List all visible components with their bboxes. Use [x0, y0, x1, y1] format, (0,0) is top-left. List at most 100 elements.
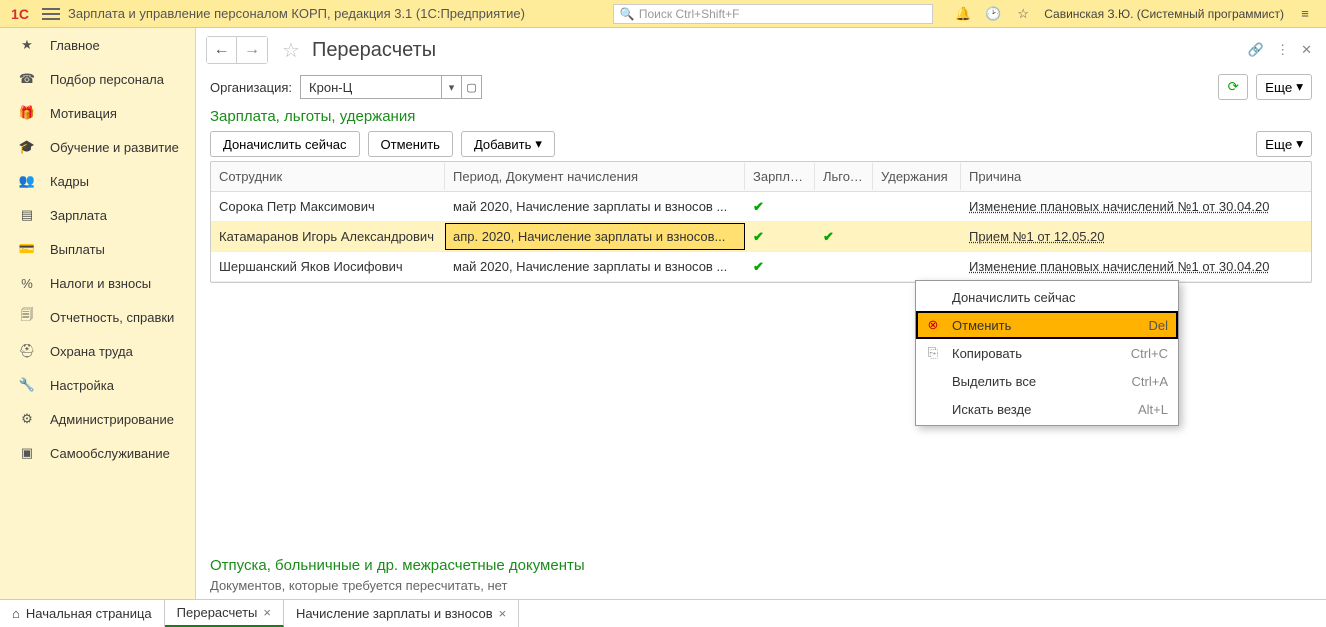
context-menu-item[interactable]: Выделить все Ctrl+A [916, 367, 1178, 395]
sidebar-item[interactable]: ▤ Зарплата [0, 198, 195, 232]
star-icon[interactable]: ☆ [1014, 5, 1032, 23]
more-button-top[interactable]: Еще ▾ [1256, 74, 1312, 100]
bell-icon[interactable]: 🔔 [954, 5, 972, 23]
cell-period: май 2020, Начисление зарплаты и взносов … [445, 253, 745, 280]
close-page-icon[interactable]: ✕ [1301, 42, 1312, 58]
col-reason[interactable]: Причина [961, 163, 1311, 190]
sidebar-item-label: Мотивация [50, 106, 117, 121]
sidebar-item-icon: ⛑ [18, 343, 36, 359]
col-benefits[interactable]: Льготы [815, 163, 873, 190]
sidebar-item-label: Настройка [50, 378, 114, 393]
grid-toolbar: Доначислить сейчас Отменить Добавить ▾ Е… [210, 131, 1312, 157]
context-menu-label: Выделить все [952, 374, 1122, 389]
sidebar-item[interactable]: ▣ Самообслуживание [0, 436, 195, 470]
section-docs-subtitle: Документов, которые требуется пересчитат… [210, 578, 1312, 593]
sidebar-item[interactable]: ☎ Подбор персонала [0, 62, 195, 96]
sidebar-item-label: Выплаты [50, 242, 105, 257]
app-logo: 1C [6, 4, 34, 24]
chevron-down-icon: ▾ [535, 136, 542, 152]
window-tab-label: Начальная страница [26, 606, 152, 621]
sidebar-item-icon: 🎓 [18, 139, 36, 155]
context-menu-label: Искать везде [952, 402, 1128, 417]
open-dialog-icon[interactable]: ▢ [461, 76, 481, 98]
search-icon: 🔍 [620, 7, 635, 21]
sidebar-item-icon: ▣ [18, 445, 36, 461]
window-tab-home[interactable]: ⌂Начальная страница [0, 600, 165, 627]
main-menu-icon[interactable] [42, 5, 60, 23]
titlebar: 1C Зарплата и управление персоналом КОРП… [0, 0, 1326, 28]
sidebar-item[interactable]: ⛑ Охрана труда [0, 334, 195, 368]
context-menu-item[interactable]: Доначислить сейчас [916, 283, 1178, 311]
sidebar-item-icon: 🗐 [18, 306, 36, 328]
add-button[interactable]: Добавить ▾ [461, 131, 555, 157]
sidebar-item-icon: ☎ [18, 71, 36, 87]
nav-forward-button[interactable]: → [237, 37, 267, 63]
sidebar-item-icon: 🔧 [18, 377, 36, 393]
cell-benefits-check: ✔ [815, 223, 873, 251]
context-menu-item[interactable]: ⎘ Копировать Ctrl+C [916, 339, 1178, 367]
context-menu-label: Отменить [952, 318, 1138, 333]
sidebar-item[interactable]: 🎁 Мотивация [0, 96, 195, 130]
table-row[interactable]: Сорока Петр Максимович май 2020, Начисле… [211, 192, 1311, 222]
section-salary-title: Зарплата, льготы, удержания [210, 108, 1312, 125]
sidebar-item-label: Кадры [50, 174, 89, 189]
link-icon[interactable]: 🔗 [1248, 42, 1264, 58]
col-deductions[interactable]: Удержания [873, 163, 961, 190]
sidebar-item[interactable]: % Налоги и взносы [0, 266, 195, 300]
close-icon[interactable]: × [263, 605, 271, 620]
nav-back-button[interactable]: ← [207, 37, 237, 63]
accrue-now-button[interactable]: Доначислить сейчас [210, 131, 360, 157]
context-menu-item[interactable]: ⊗ Отменить Del [916, 311, 1178, 339]
sidebar-item[interactable]: ★ Главное [0, 28, 195, 62]
window-tabs-bar: ⌂Начальная страницаПерерасчеты×Начислени… [0, 599, 1326, 627]
reason-link[interactable]: Прием №1 от 12.05.20 [969, 229, 1105, 244]
table-row[interactable]: Катамаранов Игорь Александрович апр. 202… [211, 222, 1311, 252]
sidebar: ★ Главное☎ Подбор персонала🎁 Мотивация🎓 … [0, 28, 196, 599]
context-menu-shortcut: Alt+L [1138, 402, 1168, 417]
menu-item-icon: ⎘ [924, 345, 942, 361]
cell-reason: Изменение плановых начислений №1 от 30.0… [961, 253, 1311, 280]
sidebar-item[interactable]: 🗐 Отчетность, справки [0, 300, 195, 334]
sidebar-item-icon: ★ [18, 37, 36, 53]
sidebar-item[interactable]: 🔧 Настройка [0, 368, 195, 402]
sidebar-item-icon: 🎁 [18, 105, 36, 121]
kebab-menu-icon[interactable]: ⋮ [1276, 42, 1289, 58]
organization-select[interactable]: Крон-Ц ▾ ▢ [300, 75, 482, 99]
sidebar-item[interactable]: 👥 Кадры [0, 164, 195, 198]
window-tab-label: Начисление зарплаты и взносов [296, 606, 493, 621]
cell-benefits-check [815, 201, 873, 213]
cancel-button[interactable]: Отменить [368, 131, 453, 157]
cell-period: апр. 2020, Начисление зарплаты и взносов… [445, 223, 745, 250]
sidebar-item[interactable]: ⚙ Администрирование [0, 402, 195, 436]
sidebar-item[interactable]: 🎓 Обучение и развитие [0, 130, 195, 164]
sidebar-item-icon: 💳 [18, 241, 36, 257]
grid-header: Сотрудник Период, Документ начисления За… [211, 162, 1311, 192]
col-period[interactable]: Период, Документ начисления [445, 163, 745, 190]
close-icon[interactable]: × [499, 606, 507, 621]
context-menu-item[interactable]: Искать везде Alt+L [916, 395, 1178, 423]
more-label: Еще [1265, 80, 1292, 95]
window-tab-label: Перерасчеты [177, 605, 258, 620]
global-search-input[interactable]: 🔍 Поиск Ctrl+Shift+F [613, 4, 933, 24]
settings-icon[interactable]: ≡ [1296, 5, 1314, 23]
more-button-grid[interactable]: Еще ▾ [1256, 131, 1312, 157]
history-icon[interactable]: 🕑 [984, 5, 1002, 23]
section-docs-title: Отпуска, больничные и др. межрасчетные д… [210, 557, 1312, 574]
window-tab[interactable]: Начисление зарплаты и взносов × [284, 600, 519, 627]
cell-salary-check: ✔ [745, 253, 815, 281]
col-salary[interactable]: Зарплата [745, 163, 815, 190]
cell-deductions-check [873, 261, 961, 273]
cell-period: май 2020, Начисление зарплаты и взносов … [445, 193, 745, 220]
favorite-toggle-icon[interactable]: ☆ [282, 38, 300, 63]
cell-salary-check: ✔ [745, 193, 815, 221]
chevron-down-icon[interactable]: ▾ [441, 76, 461, 98]
reason-link[interactable]: Изменение плановых начислений №1 от 30.0… [969, 259, 1269, 274]
add-label: Добавить [474, 137, 531, 152]
refresh-button[interactable]: ⟳ [1218, 74, 1248, 100]
sidebar-item[interactable]: 💳 Выплаты [0, 232, 195, 266]
table-row[interactable]: Шершанский Яков Иосифович май 2020, Начи… [211, 252, 1311, 282]
sidebar-item-label: Администрирование [50, 412, 174, 427]
col-employee[interactable]: Сотрудник [211, 163, 445, 190]
reason-link[interactable]: Изменение плановых начислений №1 от 30.0… [969, 199, 1269, 214]
window-tab[interactable]: Перерасчеты × [165, 600, 284, 627]
